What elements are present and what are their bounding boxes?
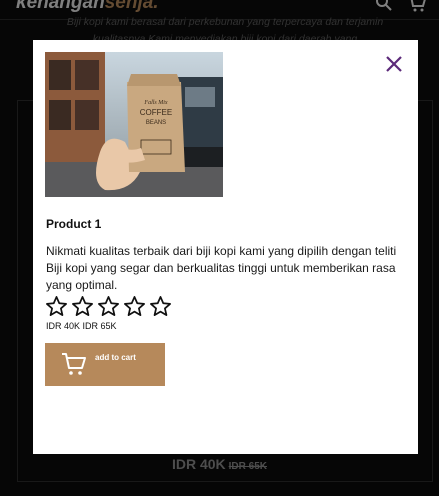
close-icon[interactable] bbox=[384, 54, 404, 74]
product-price: IDR 40K IDR 65K bbox=[46, 321, 117, 331]
product-title: Product 1 bbox=[46, 217, 102, 231]
bag-text-line3: BEANS bbox=[146, 120, 166, 126]
bag-text-line1: Falls Mix bbox=[143, 100, 167, 106]
product-description: Nikmati kualitas terbaik dari biji kopi … bbox=[46, 244, 397, 292]
star-icon[interactable] bbox=[45, 295, 68, 318]
star-icon[interactable] bbox=[97, 295, 120, 318]
product-image: Falls Mix COFFEE BEANS bbox=[45, 52, 223, 197]
product-detail-modal: Falls Mix COFFEE BEANS Product 1 Nikmati… bbox=[33, 40, 418, 454]
star-icon[interactable] bbox=[123, 295, 146, 318]
star-icon[interactable] bbox=[149, 295, 172, 318]
star-icon[interactable] bbox=[71, 295, 94, 318]
star-rating[interactable] bbox=[45, 295, 172, 318]
add-to-cart-label: add to cart bbox=[95, 353, 136, 362]
cart-icon bbox=[61, 352, 87, 381]
add-to-cart-button[interactable]: add to cart bbox=[45, 343, 165, 386]
bag-text-line2: COFFEE bbox=[140, 108, 172, 117]
